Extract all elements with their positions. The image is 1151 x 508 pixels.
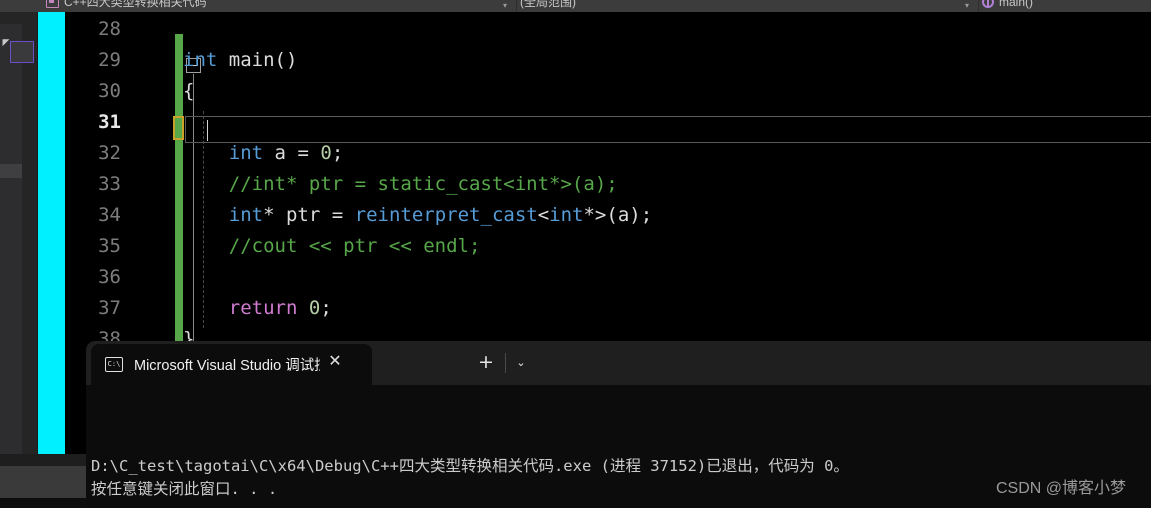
code-line[interactable]: 30 {: [65, 76, 1151, 107]
navbar-scope-dropdown[interactable]: (全局范围): [520, 0, 960, 12]
console-output-line-2: 按任意键关闭此窗口. . .: [91, 480, 278, 498]
console-icon: C:\: [105, 357, 123, 372]
navbar-member-dropdown[interactable]: main(): [982, 0, 1151, 12]
navbar-divider: [516, 0, 517, 12]
cyan-highlight-marker: [38, 12, 65, 466]
code-line[interactable]: 29 int main(): [65, 45, 1151, 76]
line-number: 33: [98, 173, 121, 195]
method-icon: [982, 0, 994, 8]
code-line[interactable]: 31: [65, 107, 1151, 138]
code-line-text: return 0;: [228, 297, 332, 319]
left-tool-strip: ◤: [0, 12, 38, 478]
line-number: 32: [98, 142, 121, 164]
navbar-member-label: main(): [999, 0, 1034, 9]
cpp-file-icon: [46, 0, 59, 8]
ide-status-strip-shadow: [0, 498, 86, 508]
code-line[interactable]: 36: [65, 262, 1151, 293]
indent-guide: [203, 111, 205, 328]
code-line-text: {: [183, 80, 195, 102]
navbar-scope-label: (全局范围): [520, 0, 576, 9]
line-number: 36: [98, 266, 121, 288]
close-icon[interactable]: ✕: [324, 351, 346, 373]
code-line-text: int* ptr = reinterpret_cast<int*>(a);: [228, 204, 653, 226]
console-tab-title: Microsoft Visual Studio 调试控: [134, 358, 320, 374]
console-output-line: D:\C_test\tagotai\C\x64\Debug\C++四大类型转换相…: [91, 457, 849, 475]
code-line-text: int main(): [183, 49, 298, 71]
code-line-text: //int* ptr = static_cast<int*>(a);: [228, 173, 618, 195]
chevron-down-icon-console[interactable]: ⌄: [510, 353, 532, 373]
code-line[interactable]: 32 int a = 0;: [65, 138, 1151, 169]
line-number: 30: [98, 80, 121, 102]
line-number: 34: [98, 204, 121, 226]
new-tab-icon[interactable]: +: [474, 352, 498, 374]
line-number: 37: [98, 297, 121, 319]
console-tab-bar: C:\ Microsoft Visual Studio 调试控 ✕ + ⌄: [86, 341, 1151, 385]
line-number: 28: [98, 18, 121, 40]
chevron-down-icon[interactable]: ▾: [503, 2, 507, 10]
code-line[interactable]: 35 //cout << ptr << endl;: [65, 231, 1151, 262]
code-line[interactable]: 33 //int* ptr = static_cast<int*>(a);: [65, 169, 1151, 200]
csdn-watermark: CSDN @博客小梦: [995, 480, 1126, 497]
line-number: 35: [98, 235, 121, 257]
code-line-text: int a = 0;: [228, 142, 344, 164]
console-output[interactable]: D:\C_test\tagotai\C\x64\Debug\C++四大类型转换相…: [86, 385, 1151, 508]
code-line[interactable]: 28: [65, 14, 1151, 45]
ide-status-strip: [0, 466, 86, 498]
navbar-file-dropdown[interactable]: C++四大类型转换相关代码: [46, 0, 516, 12]
visual-studio-window: C++四大类型转换相关代码 ▾ (全局范围) ▾ main() ◤ 28 29 in…: [0, 0, 1151, 508]
line-number: 31: [98, 111, 121, 133]
left-strip-divider: [0, 164, 22, 178]
line-number: 29: [98, 49, 121, 71]
left-tool-strip-inner: [0, 24, 22, 478]
code-line[interactable]: 37 return 0;: [65, 293, 1151, 324]
navbar-file-label: C++四大类型转换相关代码: [64, 0, 207, 9]
console-window[interactable]: C:\ Microsoft Visual Studio 调试控 ✕ + ⌄ D:…: [86, 341, 1151, 508]
code-line[interactable]: 34 int* ptr = reinterpret_cast<int*>(a);: [65, 200, 1151, 231]
chevron-down-icon-2[interactable]: ▾: [965, 2, 969, 10]
console-tabbar-divider: [505, 353, 506, 373]
code-line-text: //cout << ptr << endl;: [228, 235, 481, 257]
toolbox-selected-item[interactable]: [10, 41, 34, 63]
navbar-divider-2: [978, 0, 979, 12]
